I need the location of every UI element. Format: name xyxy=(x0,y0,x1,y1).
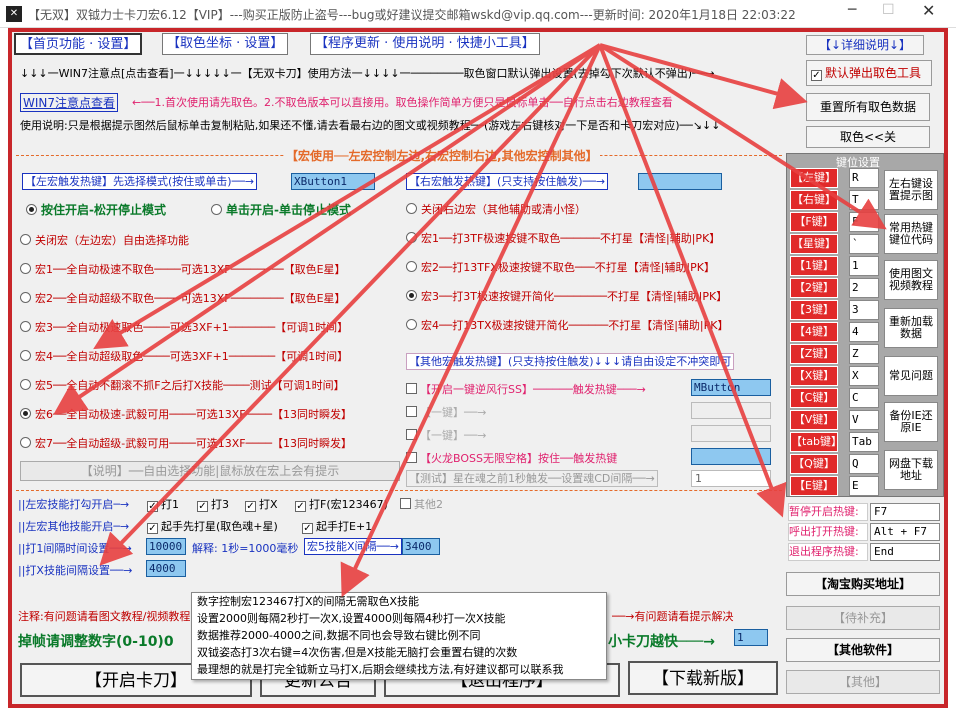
annotation-arrows xyxy=(53,43,887,598)
